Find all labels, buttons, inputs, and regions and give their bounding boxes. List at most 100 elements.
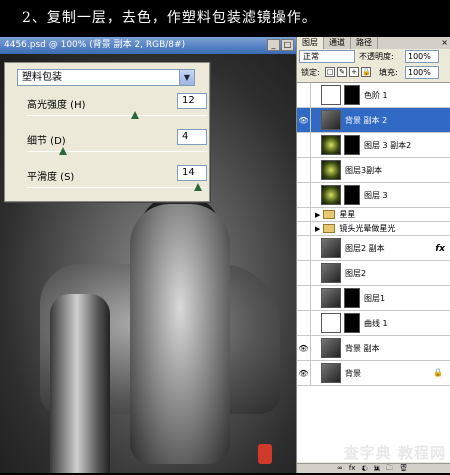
param-value-input[interactable]: 14 xyxy=(177,165,207,181)
layer-mask-thumbnail[interactable] xyxy=(344,85,360,105)
layer-thumbnail xyxy=(321,135,341,155)
lock-option-icon[interactable]: ✎ xyxy=(337,67,347,77)
layer-mask-thumbnail[interactable] xyxy=(344,313,360,333)
layers-panel: 图层 通道 路径 × 正常 不透明度: 100% 锁定: 填充: 100% □ ✎ + 🔒… xyxy=(296,37,450,473)
visibility-eye-icon[interactable] xyxy=(297,261,311,285)
fx-icon[interactable]: fx xyxy=(435,244,445,254)
visibility-eye-icon[interactable] xyxy=(297,83,311,107)
param-slider-track[interactable] xyxy=(27,187,207,188)
param-value-input[interactable]: 4 xyxy=(177,129,207,145)
layer-name: 背景 副本 2 xyxy=(345,115,388,125)
sofa-arm-image xyxy=(50,294,110,473)
chevron-down-icon[interactable]: ▼ xyxy=(179,70,194,85)
layer-name: 图层1 xyxy=(364,293,386,303)
param-label: 平滑度 (S) xyxy=(27,172,75,183)
expand-arrow-icon[interactable]: ▶ xyxy=(315,225,320,233)
layer-thumbnail xyxy=(321,263,341,283)
lock-option-icon[interactable]: 🔒 xyxy=(361,67,371,77)
param-slider-thumb[interactable] xyxy=(194,183,202,191)
filter-select[interactable]: 塑料包装 ▼ xyxy=(17,69,195,86)
document-title: 4456.psd @ 100% (背景 副本 2, RGB/8#) xyxy=(4,40,186,50)
blend-mode-select[interactable]: 正常 xyxy=(299,50,355,63)
layer-row[interactable]: 👁 背景 副本 2 xyxy=(297,108,450,133)
lock-option-icon[interactable]: □ xyxy=(325,67,335,77)
layer-group-row[interactable]: ▶ 星星 xyxy=(297,208,450,222)
visibility-eye-icon[interactable] xyxy=(297,222,311,235)
maximize-button[interactable]: □ xyxy=(281,39,294,51)
layer-mask-thumbnail[interactable] xyxy=(344,185,360,205)
panel-action-icon[interactable]: ∞ xyxy=(337,464,343,473)
layer-thumbnail xyxy=(321,160,341,180)
param-slider-track[interactable] xyxy=(27,115,207,116)
visibility-eye-icon[interactable] xyxy=(297,158,311,182)
layer-name: 星星 xyxy=(339,210,356,219)
fill-label: 填充: xyxy=(379,68,398,77)
visibility-eye-icon[interactable]: 👁 xyxy=(297,361,311,385)
layer-thumbnail xyxy=(321,288,341,308)
layer-group-row[interactable]: ▶ 镜头光晕做星光 xyxy=(297,222,450,236)
layer-name: 背景 副本 xyxy=(345,343,380,353)
layer-mask-thumbnail[interactable] xyxy=(344,288,360,308)
layer-row[interactable]: 👁 背景 🔒 xyxy=(297,361,450,386)
layer-row[interactable]: 曲线 1 xyxy=(297,311,450,336)
minimize-button[interactable]: _ xyxy=(267,39,280,51)
layer-thumbnail xyxy=(321,363,341,383)
layer-row[interactable]: 图层3副本 xyxy=(297,158,450,183)
visibility-eye-icon[interactable]: 👁 xyxy=(297,336,311,360)
layer-name: 图层2 xyxy=(345,268,367,278)
visibility-eye-icon[interactable] xyxy=(297,311,311,335)
visibility-eye-icon[interactable] xyxy=(297,183,311,207)
layer-row[interactable]: 图层 3 xyxy=(297,183,450,208)
layer-row[interactable]: 图层2 xyxy=(297,261,450,286)
layer-mask-thumbnail[interactable] xyxy=(344,135,360,155)
layer-row[interactable]: 图层 3 副本2 xyxy=(297,133,450,158)
folder-icon xyxy=(323,224,336,233)
layer-name: 背景 xyxy=(345,368,361,378)
layer-name: 图层3副本 xyxy=(345,165,383,175)
tab-1[interactable]: 通道 xyxy=(324,37,351,49)
layer-thumbnail xyxy=(321,338,341,358)
panel-tabs: 图层 通道 路径 xyxy=(297,37,450,49)
opacity-input[interactable]: 100% xyxy=(405,50,439,63)
param-slider-track[interactable] xyxy=(27,151,207,152)
param-slider-thumb[interactable] xyxy=(131,111,139,119)
watermark-url: jiaocheng.chazidian.com xyxy=(359,463,446,471)
watermark: 查字典 教程网 jiaocheng.chazidian.com xyxy=(344,442,446,471)
expand-arrow-icon[interactable]: ▶ xyxy=(315,211,320,219)
param-value-input[interactable]: 12 xyxy=(177,93,207,109)
lock-icon: 🔒 xyxy=(433,368,443,377)
tab-0[interactable]: 图层 xyxy=(297,37,324,49)
visibility-eye-icon[interactable] xyxy=(297,236,311,260)
layer-name: 镜头光晕做星光 xyxy=(339,224,396,233)
opacity-label: 不透明度: xyxy=(359,52,394,61)
visibility-eye-icon[interactable] xyxy=(297,133,311,157)
tab-2[interactable]: 路径 xyxy=(351,37,378,49)
layer-row[interactable]: 图层1 xyxy=(297,286,450,311)
param-row: 高光强度 (H) 12 xyxy=(27,93,207,127)
visibility-eye-icon[interactable] xyxy=(297,208,311,221)
layer-thumbnail xyxy=(321,313,341,333)
layer-row[interactable]: 图层2 副本 fx xyxy=(297,236,450,261)
layer-thumbnail xyxy=(321,185,341,205)
layer-name: 图层2 副本 xyxy=(345,243,385,253)
param-row: 平滑度 (S) 14 xyxy=(27,165,207,199)
close-icon[interactable]: × xyxy=(441,38,448,47)
lock-option-icon[interactable]: + xyxy=(349,67,359,77)
layer-thumbnail xyxy=(321,110,341,130)
layer-name: 色阶 1 xyxy=(364,90,388,100)
fill-input[interactable]: 100% xyxy=(405,66,439,79)
filter-name: 塑料包装 xyxy=(22,72,62,83)
layer-thumbnail xyxy=(321,238,341,258)
param-row: 细节 (D) 4 xyxy=(27,129,207,163)
layer-row[interactable]: 👁 背景 副本 xyxy=(297,336,450,361)
document-title-bar[interactable]: 4456.psd @ 100% (背景 副本 2, RGB/8#) _ □ xyxy=(0,37,296,54)
layer-row[interactable]: 色阶 1 xyxy=(297,83,450,108)
visibility-eye-icon[interactable] xyxy=(297,286,311,310)
plastic-wrap-dialog: 塑料包装 ▼ 高光强度 (H) 12 细节 (D) 4 平滑度 (S) 14 xyxy=(4,62,210,202)
layer-name: 曲线 1 xyxy=(364,318,388,328)
param-label: 细节 (D) xyxy=(27,136,66,147)
param-slider-thumb[interactable] xyxy=(59,147,67,155)
layer-name: 图层 3 副本2 xyxy=(364,140,412,150)
figure-image xyxy=(130,204,230,464)
visibility-eye-icon[interactable]: 👁 xyxy=(297,108,311,132)
